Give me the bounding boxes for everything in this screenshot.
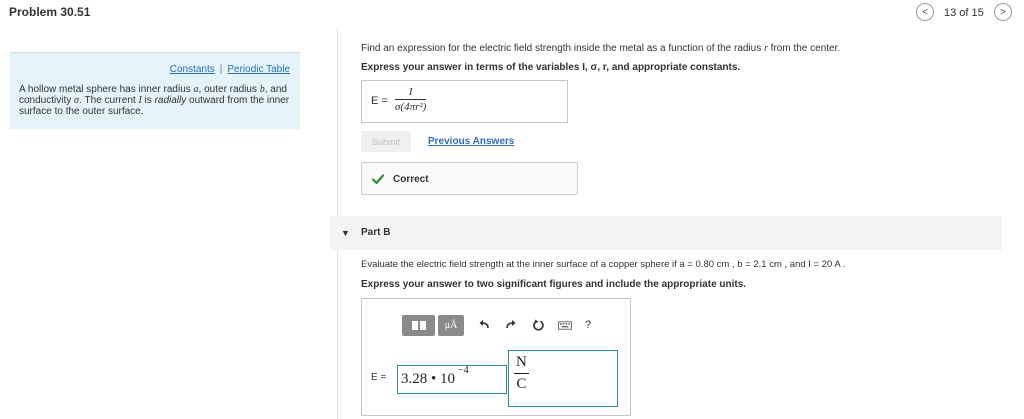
undo-icon [479,320,489,329]
units-input[interactable]: N C [508,350,618,407]
part-b-title: Part B [361,227,391,238]
reset-icon [532,319,544,331]
constants-link[interactable]: Constants [170,64,215,75]
answer-editor: μÅ ? E = 3.28 • 10−4 N C [361,298,631,416]
part-b-header[interactable]: ▼ Part B [330,216,1002,250]
units-button[interactable]: μÅ [438,314,464,336]
question-text-segment: Find an expression for the electric fiel… [361,43,764,54]
undo-button[interactable] [477,318,491,332]
problem-text-segment: is [141,95,155,106]
answer-denominator: σ(4πr²) [395,99,427,113]
unit-numerator: N [516,354,527,370]
value-exponent: −4 [458,365,469,376]
help-button[interactable]: ? [585,319,591,331]
question-text-segment: from the center. [767,43,841,54]
periodic-table-link[interactable]: Periodic Table [227,64,290,75]
value-text: 3.28 • 10 [401,371,456,387]
feedback-label: Correct [393,174,429,185]
answer-numerator: I [408,86,413,98]
next-problem-button[interactable]: > [994,3,1012,21]
unit-fraction: N C [514,354,529,393]
template-block-icon [419,320,426,330]
problem-text-segment: , outer radius [198,84,260,95]
problem-pagination: 13 of 15 [944,7,984,19]
part-a-question: Find an expression for the electric fiel… [361,43,840,54]
templates-button[interactable] [402,314,435,336]
caret-down-icon: ▼ [341,228,350,238]
redo-button[interactable] [504,318,518,332]
answer-label: E = [371,95,388,107]
chevron-right-icon: > [1000,6,1006,18]
part-a-instruction: Express your answer in terms of the vari… [361,62,741,73]
problem-statement: A hollow metal sphere has inner radius a… [19,84,294,117]
answer-fraction: I σ(4πr²) [395,86,427,113]
problem-text-segment: radially [154,95,187,106]
problem-text-segment: A hollow metal sphere has inner radius [19,84,194,95]
unit-denominator: C [514,373,529,393]
redo-icon [506,320,516,329]
link-separator: | [219,64,223,75]
resource-links: Constants | Periodic Table [170,64,290,75]
keyboard-icon [558,320,572,330]
value-input[interactable]: 3.28 • 10−4 [397,365,507,394]
checkmark-icon [371,174,385,185]
previous-answers-link[interactable]: Previous Answers [428,136,514,147]
template-block-icon [411,320,418,330]
part-b-question: Evaluate the electric field strength at … [361,259,846,270]
problem-title: Problem 30.51 [9,5,91,19]
editor-toolbar: μÅ ? [402,314,591,336]
chevron-left-icon: < [922,6,928,18]
problem-text-segment: . The current [78,95,139,106]
reset-button[interactable] [531,318,545,332]
submit-button[interactable]: Submit [361,131,411,152]
correct-feedback: Correct [361,162,578,195]
problem-info-panel: Constants | Periodic Table A hollow metal … [10,52,300,129]
part-b-instruction: Express your answer to two significant f… [361,279,747,290]
keyboard-button[interactable] [558,318,572,332]
problem-header: Problem 30.51 < 13 of 15 > [0,0,1024,26]
answer-label: E = [371,372,387,383]
previous-problem-button[interactable]: < [916,3,934,21]
part-a-answer-display: E = I σ(4πr²) [361,80,568,123]
